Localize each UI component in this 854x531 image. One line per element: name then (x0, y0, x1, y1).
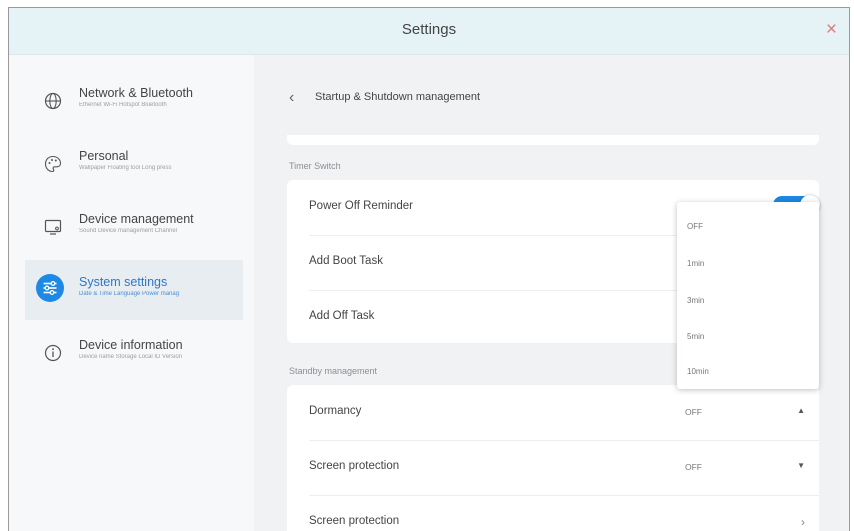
palette-icon (44, 155, 62, 173)
sidebar-item-subtitle: Sound Device management Channel (79, 228, 178, 234)
back-icon[interactable]: ‹ (289, 89, 294, 107)
sidebar: Network & Bluetooth Ethernet Wi-Fi Hotsp… (9, 55, 254, 531)
sidebar-item-title: Device management (79, 212, 194, 226)
caret-down-icon: ▼ (797, 461, 805, 470)
title-bar: Settings × (9, 8, 849, 55)
info-icon (44, 344, 62, 362)
sidebar-item-subtitle: Ethernet Wi-Fi Hotspot Bluetooth (79, 102, 167, 108)
sidebar-item-subtitle: Date & Time Language Power manag (79, 291, 180, 297)
sliders-icon (36, 274, 64, 302)
screen-protection-select[interactable]: OFF ▼ (677, 461, 815, 477)
screen-protection-row[interactable]: Screen protection OFF ▼ (287, 440, 819, 495)
dormancy-row[interactable]: Dormancy OFF ▲ (287, 385, 819, 440)
select-value: OFF (685, 407, 702, 417)
row-label: Add Off Task (309, 310, 375, 322)
close-icon[interactable]: × (826, 20, 837, 39)
row-label: Power Off Reminder (309, 200, 413, 212)
divider (309, 440, 819, 441)
section-label-standby: Standby management (289, 366, 378, 376)
reminder-time-dropdown: OFF 1min 3min 5min 10min (677, 202, 819, 389)
select-value: OFF (685, 462, 702, 472)
scrolled-card-edge (287, 135, 819, 145)
sidebar-item-title: Device information (79, 338, 183, 352)
window-title: Settings (401, 21, 457, 38)
sidebar-item-title: Network & Bluetooth (79, 86, 193, 100)
divider (309, 495, 819, 496)
chevron-right-icon: › (801, 515, 805, 529)
globe-icon (44, 92, 62, 110)
settings-window: Settings × Network & Bluetooth Ethernet … (8, 7, 850, 531)
sidebar-item-title: System settings (79, 275, 168, 289)
monitor-icon (44, 219, 62, 235)
row-label: Screen protection (309, 515, 400, 527)
sidebar-item-subtitle: Device name Storage Local ID Version (79, 354, 183, 360)
sidebar-item-device-information[interactable]: Device information Device name Storage L… (25, 323, 243, 383)
sidebar-item-system-settings[interactable]: System settings Date & Time Language Pow… (25, 260, 243, 320)
dropdown-option[interactable]: 3min (687, 296, 704, 305)
dormancy-select[interactable]: OFF ▲ (677, 406, 815, 422)
section-label-timer-switch: Timer Switch (289, 161, 341, 171)
sidebar-item-title: Personal (79, 149, 129, 163)
sidebar-item-device-management[interactable]: Device management Sound Device managemen… (25, 197, 243, 257)
dropdown-option[interactable]: 5min (687, 332, 704, 341)
page-title: Startup & Shutdown management (315, 91, 481, 103)
row-label: Add Boot Task (309, 255, 383, 267)
dropdown-option[interactable]: 10min (687, 367, 709, 376)
sidebar-item-subtitle: Wallpaper Floating tool Long press (79, 165, 172, 171)
caret-up-icon: ▲ (797, 406, 805, 415)
screen-protection-link-row[interactable]: Screen protection › (287, 495, 819, 531)
dropdown-option[interactable]: OFF (687, 222, 703, 231)
sidebar-item-personal[interactable]: Personal Wallpaper Floating tool Long pr… (25, 134, 243, 194)
sidebar-item-network-bluetooth[interactable]: Network & Bluetooth Ethernet Wi-Fi Hotsp… (25, 71, 243, 131)
row-label: Dormancy (309, 405, 362, 417)
dropdown-option[interactable]: 1min (687, 259, 704, 268)
row-label: Screen protection (309, 460, 400, 472)
standby-card: Dormancy OFF ▲ Screen protection OFF ▼ S… (287, 385, 819, 531)
